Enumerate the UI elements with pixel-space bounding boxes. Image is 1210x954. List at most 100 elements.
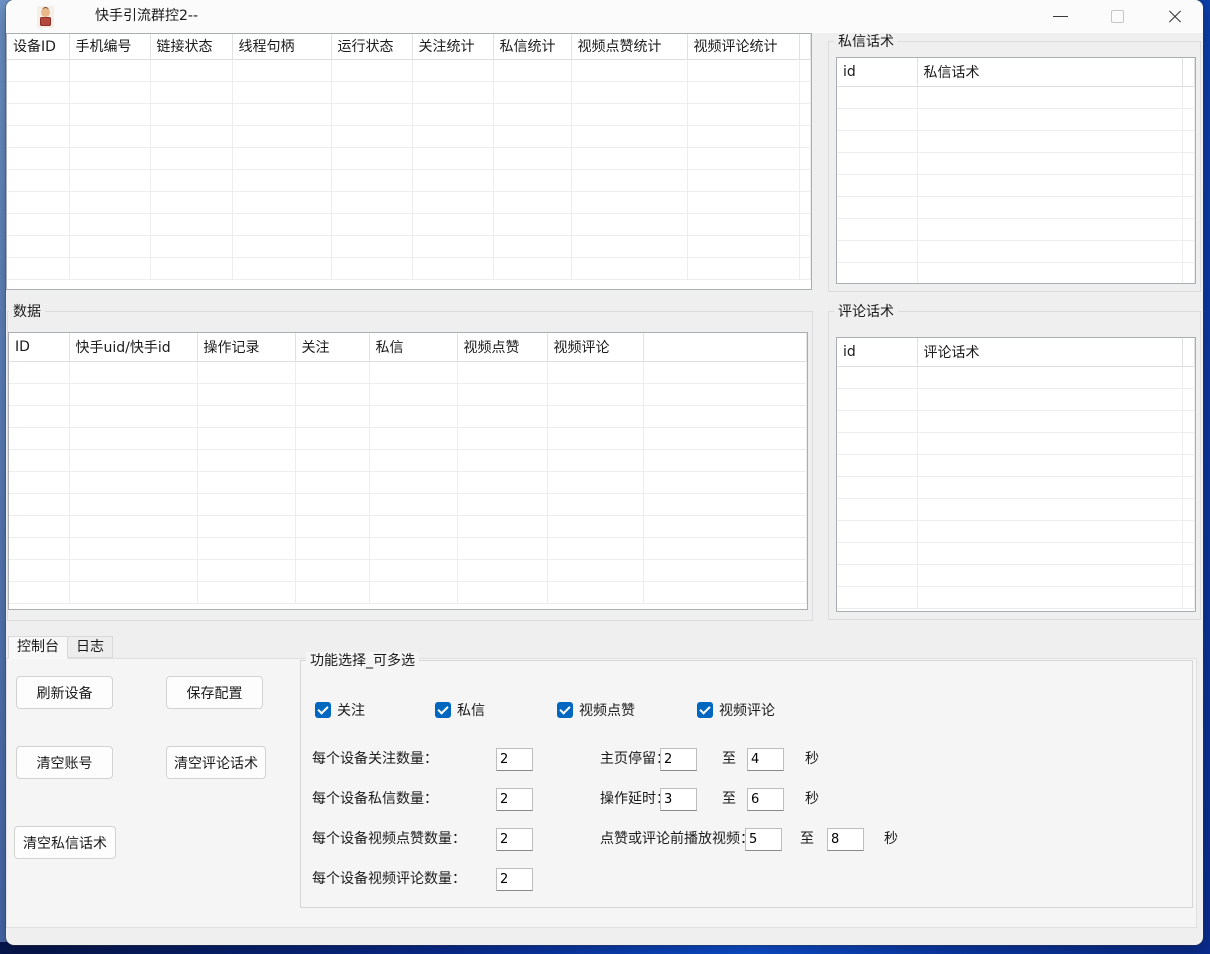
function-checkbox-4[interactable]: 视频评论 [697,701,775,719]
table-cell [917,520,1182,542]
table-cell [295,559,369,581]
table-cell [799,235,811,257]
table-cell [9,405,69,427]
dm-script-table[interactable]: id私信话术 [836,57,1196,284]
tab-console[interactable]: 控制台 [8,636,68,659]
table-row [837,86,1195,108]
table-cell [369,493,457,515]
table-cell [571,169,687,191]
table-cell [643,427,807,449]
column-header: 评论话术 [917,338,1182,366]
table-cell [917,218,1182,240]
table-cell [232,59,331,81]
table-cell [7,125,69,147]
table-cell [150,257,232,279]
table-cell [232,213,331,235]
minimize-button[interactable] [1037,0,1083,33]
table-cell [799,213,811,235]
table-cell [643,361,807,383]
table-cell [643,537,807,559]
table-cell [837,410,917,432]
comment-script-group-label: 评论话术 [834,303,898,321]
table-cell [197,581,295,603]
clear-dm-scripts-button[interactable]: 清空私信话术 [14,826,116,859]
checkbox-checked-icon [697,702,713,718]
column-header: 视频评论 [547,333,643,361]
table-cell [69,257,150,279]
clear-accounts-button[interactable]: 清空账号 [16,746,113,779]
table-row [9,449,807,471]
table-cell [837,520,917,542]
table-cell [9,361,69,383]
home-stay-to-input[interactable] [747,748,784,771]
table-cell [412,213,493,235]
like-count-input[interactable] [496,828,533,851]
table-cell [9,559,69,581]
play-before-to-input[interactable] [827,828,864,851]
table-cell [1182,432,1195,454]
table-cell [331,81,412,103]
window-title: 快手引流群控2-- [95,0,198,33]
table-cell [197,493,295,515]
comment-script-table[interactable]: id评论话术 [836,337,1196,612]
table-row [837,520,1195,542]
table-cell [69,361,197,383]
table-row [837,454,1195,476]
maximize-button[interactable] [1094,0,1140,33]
table-cell [687,103,799,125]
comment-count-input[interactable] [496,868,533,891]
dm-count-input[interactable] [496,788,533,811]
table-cell [69,493,197,515]
table-cell [412,103,493,125]
table-cell [917,432,1182,454]
home-stay-from-input[interactable] [660,748,697,771]
table-cell [369,515,457,537]
table-cell [837,218,917,240]
function-checkbox-3[interactable]: 视频点赞 [557,701,635,719]
table-cell [1182,108,1195,130]
table-cell [643,559,807,581]
table-row [837,152,1195,174]
table-cell [1182,476,1195,498]
clear-comment-scripts-button[interactable]: 清空评论话术 [166,746,266,779]
table-cell [643,383,807,405]
table-cell [1182,174,1195,196]
op-delay-from-input[interactable] [660,788,697,811]
table-cell [457,559,547,581]
play-before-from-input[interactable] [745,828,782,851]
table-cell [837,262,917,284]
table-row [837,410,1195,432]
table-cell [643,581,807,603]
function-checkbox-2[interactable]: 私信 [435,701,485,719]
device-table[interactable]: 设备ID手机编号链接状态线程句柄运行状态关注统计私信统计视频点赞统计视频评论统计 [6,33,812,290]
table-cell [295,515,369,537]
op-delay-to-input[interactable] [747,788,784,811]
save-config-button[interactable]: 保存配置 [166,676,263,709]
home-stay-unit: 秒 [805,748,819,771]
table-cell [69,81,150,103]
table-cell [412,125,493,147]
table-row [837,174,1195,196]
column-header: 私信统计 [493,34,571,59]
table-cell [1182,388,1195,410]
refresh-devices-button[interactable]: 刷新设备 [16,676,113,709]
table-cell [687,213,799,235]
follow-count-input[interactable] [496,748,533,771]
table-cell [571,257,687,279]
table-cell [150,169,232,191]
table-cell [7,59,69,81]
table-cell [917,542,1182,564]
tab-log[interactable]: 日志 [67,636,113,658]
table-row [9,581,807,603]
data-table[interactable]: ID快手uid/快手id操作记录关注私信视频点赞视频评论 [8,332,808,610]
table-cell [1182,218,1195,240]
app-window: 快手引流群控2-- 设备ID手机编号链接状态线程句柄运行状态关注统计私信统计视频… [6,0,1203,945]
column-header-filler [1182,338,1195,366]
function-checkbox-1[interactable]: 关注 [315,701,365,719]
table-cell [232,147,331,169]
table-cell [457,427,547,449]
table-row [7,59,811,81]
close-button[interactable] [1152,0,1198,33]
table-cell [547,581,643,603]
table-cell [493,81,571,103]
